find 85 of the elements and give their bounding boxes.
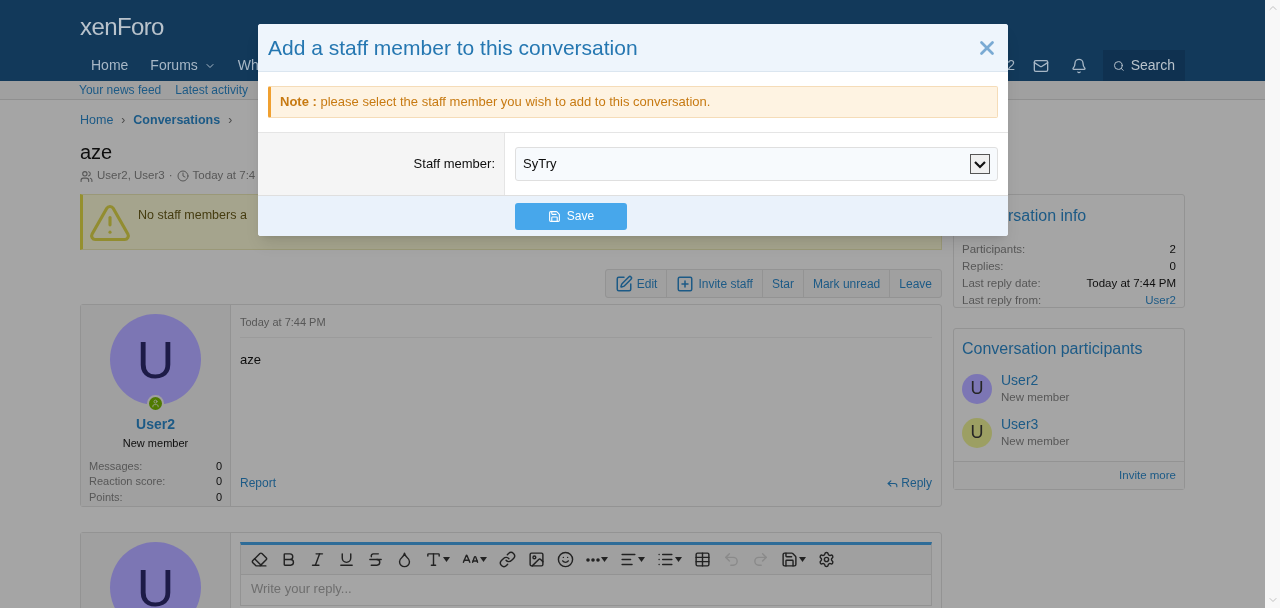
alert-text: No staff members a [138,207,247,224]
info-value: 0 [1169,259,1176,274]
message-date: Today at 7:44 PM [240,314,932,338]
participant-link[interactable]: User2 [1001,371,1070,389]
italic-icon [309,551,326,568]
user-label[interactable]: 2 [1007,55,1015,76]
bell-icon[interactable] [1071,57,1087,74]
breadcrumb-separator: › [228,112,233,129]
pencil-square-icon [614,274,633,293]
breadcrumb-link[interactable]: Home [80,110,114,130]
caret-icon [799,557,806,562]
info-link[interactable]: User2 [1145,292,1176,309]
eraser-icon [251,551,268,568]
droplet-icon [396,551,413,568]
participant-link[interactable]: User3 [1001,415,1070,434]
subnav-link[interactable]: Latest activity [175,81,248,99]
participant-title: New member [1001,434,1070,450]
nav-tab[interactable]: Home [80,50,140,81]
participants-text: User2, User3 [97,168,165,184]
link-icon [499,551,516,568]
ellipsis-icon [586,557,600,562]
reply-link[interactable]: Reply [886,474,932,492]
invite-more-link[interactable]: Invite more [1119,466,1176,484]
users-icon [80,169,93,183]
user-icon [151,399,160,408]
stat-value: 0 [215,474,222,489]
stat-label: Points: [89,489,123,504]
report-link[interactable]: Report [240,474,277,492]
plus-square-icon [676,274,695,293]
caret-icon [443,557,450,562]
dialog-title: Add a staff member to this conversation [268,34,639,61]
participant-title: New member [1001,390,1070,405]
action-button[interactable]: Edit [605,270,667,297]
avatar[interactable]: U [110,542,201,608]
caret-icon [601,557,608,562]
action-button[interactable]: Leave [889,270,941,297]
avatar[interactable]: U [962,373,992,404]
staff-select[interactable]: SyTry [515,147,998,181]
info-value: 2 [1169,242,1176,257]
info-label: Last reply date: [962,276,1041,291]
mail-icon[interactable] [1033,57,1049,74]
table-icon [694,551,711,568]
message-body: aze [240,350,261,369]
breadcrumb-separator: › [121,112,126,129]
list-icon [657,551,674,568]
strikethrough-icon [367,551,384,568]
caret-icon [675,557,682,562]
search-button[interactable]: Search [1103,50,1185,81]
action-button[interactable]: Invite staff [666,270,762,297]
clock-icon [176,170,189,182]
breadcrumb-link[interactable]: Conversations [133,110,221,130]
info-label: Participants: [962,242,1026,257]
date-text: Today at 7:4 [192,168,256,184]
caret-icon [638,557,645,562]
card-title: Conversation participants [961,339,1144,359]
stat-value: 0 [215,458,222,473]
avatar[interactable]: U [110,314,201,405]
note-text: Note : please select the staff member you wish to add to this conversation. [280,93,711,112]
info-label: Last reply from: [962,293,1042,308]
settings-icon [818,551,835,568]
align-left-icon [620,551,637,568]
user-title: New member [122,436,189,451]
nav-tab[interactable]: Forums [139,50,227,81]
font-icon [425,551,442,568]
username-link[interactable]: User2 [136,414,175,435]
site-logo[interactable]: xenForo [80,9,164,39]
stat-label: Reaction score: [89,474,166,489]
save-button[interactable]: Save [515,202,627,230]
dropdown-caret-icon [970,154,990,174]
subnav-link[interactable]: Your news feed [79,81,162,99]
meta-separator: · [168,168,173,184]
avatar[interactable]: U [962,417,992,448]
card-title: rsation info [1008,206,1088,226]
field-label: Staff member: [413,155,495,174]
stat-value: 0 [215,489,222,504]
caret-icon [480,557,487,562]
info-label: Replies: [962,259,1004,274]
page-title: aze [80,140,113,164]
smiley-icon [557,551,574,568]
image-icon [528,551,545,568]
action-button[interactable]: Mark unread [802,270,890,297]
info-value: Today at 7:44 PM [1086,276,1176,291]
stat-label: Messages: [89,458,143,473]
action-button[interactable]: Star [761,270,803,297]
underline-icon [338,551,355,568]
